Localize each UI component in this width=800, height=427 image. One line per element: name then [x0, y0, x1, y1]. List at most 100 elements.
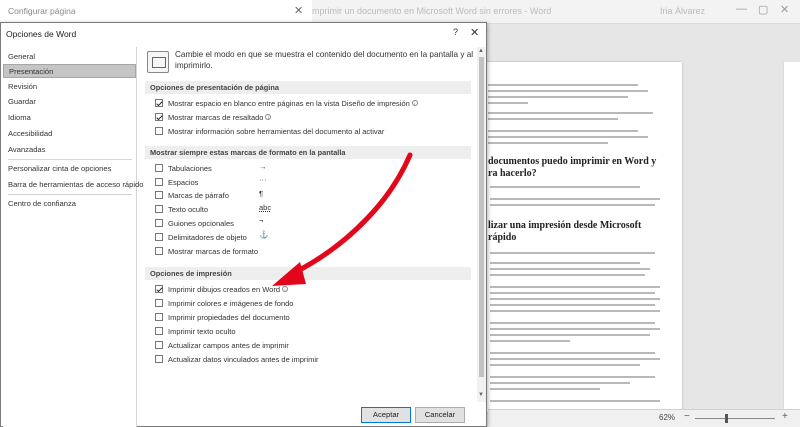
- text-line: [488, 142, 608, 144]
- checkbox[interactable]: [155, 313, 163, 321]
- option-print-background[interactable]: Imprimir colores e imágenes de fondo: [155, 298, 293, 310]
- zoom-out-icon[interactable]: −: [684, 411, 690, 422]
- intro-text: Cambie el modo en que se muestra el cont…: [175, 50, 474, 70]
- document-heading: lizar una impresión desde Microsoft: [488, 220, 642, 231]
- option-label: Guiones opcionales: [168, 219, 234, 228]
- text-line: [490, 262, 640, 264]
- option-update-fields[interactable]: Actualizar campos antes de imprimir: [155, 340, 289, 352]
- sidebar-item-presentacion[interactable]: Presentación: [3, 64, 136, 78]
- close-icon[interactable]: ✕: [780, 3, 789, 16]
- checkbox[interactable]: [155, 341, 163, 349]
- option-spaces[interactable]: Espacios: [155, 177, 198, 189]
- tab-mark-icon: →: [259, 162, 267, 171]
- text-line: [488, 136, 648, 138]
- sidebar-item-centro-confianza[interactable]: Centro de confianza: [3, 197, 136, 211]
- text-line: [490, 268, 650, 270]
- option-print-hidden-text[interactable]: Imprimir texto oculto: [155, 326, 236, 338]
- word-options-dialog: Opciones de Word ? ✕ General Presentació…: [0, 22, 487, 427]
- text-line: [490, 298, 660, 300]
- sidebar-item-general[interactable]: General: [3, 50, 136, 64]
- option-label: Imprimir dibujos creados en Word: [168, 285, 280, 294]
- zoom-level[interactable]: 62%: [659, 413, 675, 422]
- text-line: [490, 204, 655, 206]
- minimize-icon[interactable]: —: [736, 3, 747, 15]
- checkbox[interactable]: [155, 205, 163, 213]
- sidebar-item-idioma[interactable]: Idioma: [3, 111, 136, 125]
- option-label: Imprimir texto oculto: [168, 327, 236, 336]
- checkbox[interactable]: [155, 191, 163, 199]
- status-bar: 62% − +: [488, 409, 800, 427]
- document-heading: ra hacerlo?: [488, 168, 537, 179]
- option-print-properties[interactable]: Imprimir propiedades del documento: [155, 312, 290, 324]
- document-heading: rápido: [488, 232, 517, 243]
- text-line: [490, 186, 640, 188]
- option-optional-hyphens[interactable]: Guiones opcionales: [155, 218, 234, 230]
- option-print-drawings[interactable]: Imprimir dibujos creados en Word i: [155, 284, 288, 296]
- sidebar-item-personalizar-cinta[interactable]: Personalizar cinta de opciones: [3, 162, 136, 176]
- zoom-in-icon[interactable]: +: [782, 411, 788, 422]
- section-header-page-display: Opciones de presentación de página: [145, 81, 471, 94]
- text-line: [490, 310, 660, 312]
- paragraph-mark-icon: ¶: [259, 189, 264, 198]
- options-sidebar: General Presentación Revisión Guardar Id…: [3, 47, 144, 427]
- checkbox[interactable]: [155, 178, 163, 186]
- option-show-all-marks[interactable]: Mostrar marcas de formato: [155, 246, 258, 258]
- option-update-linked-data[interactable]: Actualizar datos vinculados antes de imp…: [155, 354, 318, 366]
- checkbox[interactable]: [155, 219, 163, 227]
- content-scrollbar[interactable]: ▲ ▼: [477, 47, 486, 402]
- text-line: [490, 364, 640, 366]
- zoom-slider-track[interactable]: [695, 418, 775, 419]
- checkbox[interactable]: [155, 285, 163, 293]
- dialog-titlebar: Opciones de Word ? ✕: [1, 23, 486, 45]
- scroll-up-icon[interactable]: ▲: [478, 48, 484, 54]
- checkbox[interactable]: [155, 113, 163, 121]
- option-hidden-text[interactable]: Texto oculto: [155, 204, 208, 216]
- text-line: [490, 322, 655, 324]
- option-object-anchors[interactable]: Delimitadores de objeto: [155, 232, 247, 244]
- option-show-highlight[interactable]: Mostrar marcas de resaltado i: [155, 112, 272, 124]
- section-header-printing: Opciones de impresión: [145, 267, 471, 280]
- option-show-tooltips[interactable]: Mostrar información sobre herramientas d…: [155, 126, 384, 138]
- page-setup-title: Configurar página: [8, 6, 76, 16]
- text-line: [488, 112, 653, 114]
- zoom-slider-thumb[interactable]: [725, 414, 728, 423]
- text-line: [490, 328, 660, 330]
- word-document-page[interactable]: documentos puedo imprimir en Word y ra h…: [478, 62, 682, 412]
- scroll-thumb[interactable]: [479, 57, 484, 377]
- help-icon[interactable]: ?: [453, 27, 458, 37]
- checkbox[interactable]: [155, 164, 163, 172]
- sidebar-item-avanzadas[interactable]: Avanzadas: [3, 143, 136, 157]
- dialog-title: Opciones de Word: [6, 29, 77, 39]
- option-show-whitespace[interactable]: Mostrar espacio en blanco entre páginas …: [155, 98, 418, 110]
- maximize-icon[interactable]: ▢: [758, 3, 768, 16]
- checkbox[interactable]: [155, 99, 163, 107]
- close-icon[interactable]: ✕: [470, 26, 479, 39]
- accept-button[interactable]: Aceptar: [361, 407, 411, 423]
- option-label: Mostrar información sobre herramientas d…: [168, 127, 385, 136]
- checkbox[interactable]: [155, 355, 163, 363]
- checkbox[interactable]: [155, 127, 163, 135]
- sidebar-item-barra-acceso-rapido[interactable]: Barra de herramientas de acceso rápido: [3, 178, 144, 192]
- sidebar-item-guardar[interactable]: Guardar: [3, 95, 136, 109]
- info-icon: i: [411, 100, 418, 106]
- option-tabs[interactable]: Tabulaciones: [155, 163, 212, 175]
- text-line: [490, 382, 630, 384]
- option-paragraph-marks[interactable]: Marcas de párrafo: [155, 190, 229, 202]
- text-line: [490, 352, 655, 354]
- sidebar-item-accesibilidad[interactable]: Accesibilidad: [3, 127, 136, 141]
- checkbox[interactable]: [155, 299, 163, 307]
- checkbox[interactable]: [155, 327, 163, 335]
- info-icon: i: [282, 286, 288, 292]
- cancel-button[interactable]: Cancelar: [415, 407, 465, 423]
- space-mark-icon: ···: [259, 175, 267, 184]
- word-scrollbar[interactable]: [783, 62, 800, 412]
- text-line: [488, 130, 638, 132]
- text-line: [488, 96, 628, 98]
- checkbox[interactable]: [155, 247, 163, 255]
- checkbox[interactable]: [155, 233, 163, 241]
- page-setup-titlebar: Configurar página ✕: [0, 0, 312, 22]
- sidebar-item-revision[interactable]: Revisión: [3, 80, 136, 94]
- scroll-down-icon[interactable]: ▼: [478, 392, 484, 398]
- text-line: [490, 304, 655, 306]
- close-icon[interactable]: ✕: [294, 4, 303, 17]
